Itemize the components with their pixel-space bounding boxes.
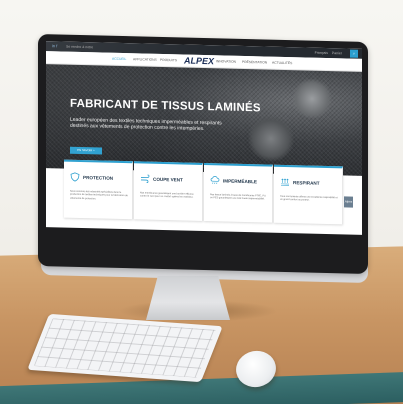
keyboard [27, 313, 223, 383]
feature-card-protection[interactable]: PROTECTION Nous sommes les industriels s… [64, 159, 133, 220]
nav-item-produits[interactable]: PRODUITS [160, 54, 177, 67]
keyboard-keys [33, 318, 217, 378]
feature-card-impermeable[interactable]: IMPERMÉABLE Nos tissus laminés à base de… [204, 163, 273, 223]
nav-item-applications[interactable]: APPLICATIONS [133, 53, 157, 67]
nav-item-presentation[interactable]: PRÉSENTATION [242, 56, 267, 70]
topbar-contact[interactable]: Se rendre à notre [66, 42, 93, 53]
topbar-language[interactable]: Français [315, 48, 328, 58]
site-logo[interactable]: ALPEX [184, 56, 214, 68]
card-title: COUPE VENT [153, 176, 183, 183]
card-text: Nous sommes les industriels spécialisés … [70, 189, 128, 201]
side-floating-button[interactable]: Alpex [344, 196, 353, 208]
card-title: IMPERMÉABLE [223, 178, 257, 185]
hero-banner: FABRICANT DE TISSUS LAMINÉS Leader europ… [46, 64, 362, 176]
fabric-disc [292, 78, 332, 120]
topbar-cart[interactable]: Panier [332, 48, 342, 58]
cloud-rain-icon [210, 176, 220, 185]
search-icon[interactable]: ⌕ [350, 49, 358, 58]
feature-card-coupe-vent[interactable]: COUPE VENT Nos membranes garantissent un… [134, 161, 203, 221]
imac-stand [146, 276, 230, 320]
feature-card-respirant[interactable]: RESPIRANT Tous nos laminés offrent une e… [274, 164, 343, 225]
photo-scene: in f Se rendre à notre Français Panier ⌕… [0, 0, 403, 404]
nav-item-accueil[interactable]: ACCUEIL [112, 53, 126, 66]
breathable-icon [281, 178, 289, 186]
card-title: PROTECTION [83, 175, 114, 181]
feature-cards: PROTECTION Nous sommes les industriels s… [64, 159, 344, 225]
nav-item-actualites[interactable]: ACTUALITÉS [272, 57, 292, 70]
hero-cta-button[interactable]: EN SAVOIR + [70, 146, 102, 155]
imac-screen: in f Se rendre à notre Français Panier ⌕… [46, 41, 362, 235]
card-title: RESPIRANT [293, 180, 320, 186]
nav-item-innovation[interactable]: INNOVATION [216, 55, 236, 68]
shield-icon [70, 172, 80, 182]
social-icons[interactable]: in f [52, 41, 57, 51]
wind-icon [141, 174, 150, 183]
card-text: Nos membranes garantissent une barrière … [140, 191, 194, 200]
card-text: Nos tissus laminés à base de membranes P… [210, 193, 266, 201]
card-text: Tous nos laminés offrent une excellente … [280, 194, 338, 202]
fabric-disc [248, 115, 294, 163]
